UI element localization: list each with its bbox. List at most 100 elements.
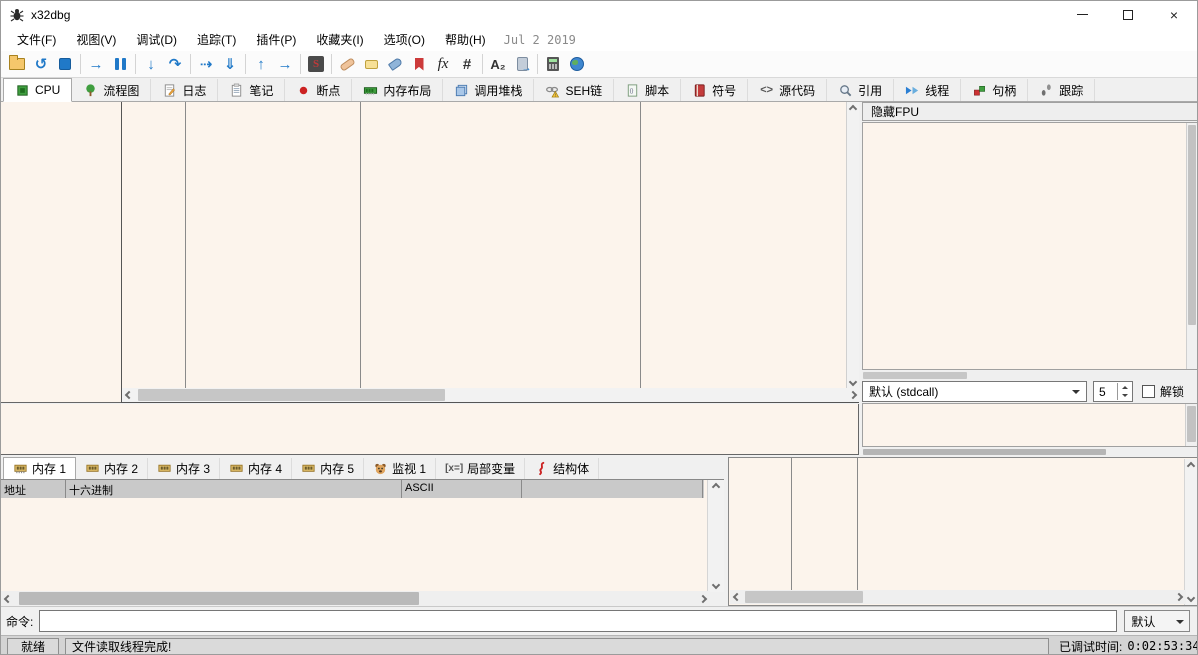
calculator-icon[interactable] xyxy=(541,53,565,76)
column-header-extra[interactable] xyxy=(522,480,703,498)
registers-horizontal-scrollbar[interactable] xyxy=(862,371,1198,380)
functions-icon[interactable]: fx xyxy=(431,53,455,76)
tab-graph[interactable]: 流程图 xyxy=(72,79,151,101)
tab-references[interactable]: 引用 xyxy=(827,79,894,101)
run-to-user-code-icon[interactable]: → xyxy=(273,53,297,76)
tab-notes[interactable]: 笔记 xyxy=(218,79,285,101)
tab-watch-1[interactable]: 监视 1 xyxy=(364,458,436,479)
dump-vertical-scrollbar[interactable] xyxy=(707,480,724,592)
font-size-icon[interactable]: A₂ xyxy=(486,53,510,76)
registers-view[interactable] xyxy=(862,122,1198,370)
hide-fpu-button[interactable]: 隐藏FPU xyxy=(862,102,1198,121)
scroll-up-button[interactable] xyxy=(708,480,724,494)
comments-icon[interactable] xyxy=(359,53,383,76)
tab-locals[interactable]: [x=] 局部变量 xyxy=(436,458,525,479)
registers-vertical-scrollbar[interactable] xyxy=(1186,123,1197,369)
restart-icon[interactable]: ↺ xyxy=(29,53,53,76)
menu-file[interactable]: 文件(F) xyxy=(9,28,64,51)
scroll-right-button[interactable] xyxy=(696,591,710,606)
tab-source[interactable]: <> 源代码 xyxy=(748,79,827,101)
scrollbar-thumb[interactable] xyxy=(745,591,863,603)
tab-cpu[interactable]: CPU xyxy=(3,78,72,102)
info-box[interactable] xyxy=(1,404,859,455)
scroll-right-button[interactable] xyxy=(1172,590,1186,604)
scrollbar-thumb[interactable] xyxy=(1187,406,1196,442)
scrollbar-thumb[interactable] xyxy=(863,372,967,379)
scroll-down-button[interactable] xyxy=(708,578,724,592)
argument-count-stepper[interactable]: 5 xyxy=(1093,381,1133,402)
tab-struct[interactable]: 结构体 xyxy=(525,458,599,479)
scroll-down-button[interactable] xyxy=(847,375,859,389)
tab-symbols[interactable]: 符号 xyxy=(681,79,748,101)
column-header-ascii[interactable]: ASCII xyxy=(402,480,522,498)
column-header-address[interactable]: 地址 xyxy=(1,480,66,498)
tab-threads[interactable]: 线程 xyxy=(894,79,961,101)
scroll-up-button[interactable] xyxy=(847,102,859,116)
stepper-down-button[interactable] xyxy=(1118,392,1131,401)
stack-panel[interactable] xyxy=(728,457,1198,606)
step-over-icon[interactable]: ↷ xyxy=(163,53,187,76)
menu-trace[interactable]: 追踪(T) xyxy=(189,28,244,51)
disassembly-sidebar[interactable] xyxy=(1,102,121,403)
scroll-down-button[interactable] xyxy=(1185,591,1197,605)
trace-into-icon[interactable]: ⇢ xyxy=(194,53,218,76)
labels-icon[interactable] xyxy=(383,53,407,76)
run-icon[interactable]: → xyxy=(84,53,108,76)
menu-plugins[interactable]: 插件(P) xyxy=(248,28,304,51)
disassembly-vertical-scrollbar[interactable] xyxy=(846,102,859,389)
arguments-horizontal-scrollbar[interactable] xyxy=(862,448,1198,456)
patches-icon[interactable] xyxy=(335,53,359,76)
hash-icon[interactable]: # xyxy=(455,53,479,76)
column-separator[interactable] xyxy=(640,102,641,389)
bookmarks-icon[interactable] xyxy=(407,53,431,76)
tab-call-stack[interactable]: 调用堆栈 xyxy=(443,79,534,101)
unlock-checkbox[interactable] xyxy=(1142,385,1155,398)
scrollbar-thumb[interactable] xyxy=(863,449,1106,455)
minimize-button[interactable] xyxy=(1059,1,1105,28)
scrollbar-thumb[interactable] xyxy=(19,592,419,605)
tab-dump-4[interactable]: 内存 4 xyxy=(220,458,292,479)
trace-over-icon[interactable]: ⇓ xyxy=(218,53,242,76)
menu-favourites[interactable]: 收藏夹(I) xyxy=(308,28,371,51)
menu-view[interactable]: 视图(V) xyxy=(68,28,124,51)
step-into-icon[interactable]: ↓ xyxy=(139,53,163,76)
tab-breakpoints[interactable]: 断点 xyxy=(285,79,352,101)
close-button[interactable]: × xyxy=(1151,1,1197,28)
maximize-button[interactable] xyxy=(1105,1,1151,28)
menu-options[interactable]: 选项(O) xyxy=(376,28,433,51)
s-badge-icon[interactable]: S xyxy=(304,53,328,76)
scroll-left-button[interactable] xyxy=(730,590,744,604)
column-separator[interactable] xyxy=(857,458,858,590)
tab-dump-2[interactable]: 内存 2 xyxy=(76,458,148,479)
stepper-up-button[interactable] xyxy=(1118,383,1131,392)
column-separator[interactable] xyxy=(185,102,186,389)
tab-trace[interactable]: 跟踪 xyxy=(1028,79,1095,101)
tab-handles[interactable]: 句柄 xyxy=(961,79,1028,101)
scroll-right-button[interactable] xyxy=(846,388,860,402)
execute-till-return-icon[interactable]: ↑ xyxy=(249,53,273,76)
dump-horizontal-scrollbar[interactable] xyxy=(1,591,710,606)
pause-icon[interactable] xyxy=(108,53,132,76)
scroll-up-button[interactable] xyxy=(1185,459,1197,473)
stack-vertical-scrollbar[interactable] xyxy=(1184,459,1197,605)
scroll-left-button[interactable] xyxy=(1,591,15,606)
disassembly-panel[interactable] xyxy=(121,102,859,403)
menu-debug[interactable]: 调试(D) xyxy=(128,28,185,51)
tab-seh[interactable]: ! SEH链 xyxy=(534,79,614,101)
stack-horizontal-scrollbar[interactable] xyxy=(730,590,1186,604)
menu-help[interactable]: 帮助(H) xyxy=(437,28,494,51)
arguments-vertical-scrollbar[interactable] xyxy=(1185,404,1197,446)
command-profile-select[interactable]: 默认 xyxy=(1124,610,1190,632)
arguments-view[interactable] xyxy=(862,403,1198,447)
tab-log[interactable]: 日志 xyxy=(151,79,218,101)
tab-script[interactable]: {} 脚本 xyxy=(614,79,681,101)
tab-dump-3[interactable]: 内存 3 xyxy=(148,458,220,479)
tab-dump-5[interactable]: 内存 5 xyxy=(292,458,364,479)
column-header-hex[interactable]: 十六进制 xyxy=(66,480,402,498)
tab-dump-1[interactable]: 内存 1 xyxy=(3,457,76,480)
globe-icon[interactable] xyxy=(565,53,589,76)
calling-convention-select[interactable]: 默认 (stdcall) xyxy=(862,381,1087,402)
dump-table-body[interactable] xyxy=(1,498,704,591)
scroll-left-button[interactable] xyxy=(122,388,136,402)
disassembly-horizontal-scrollbar[interactable] xyxy=(122,388,860,402)
